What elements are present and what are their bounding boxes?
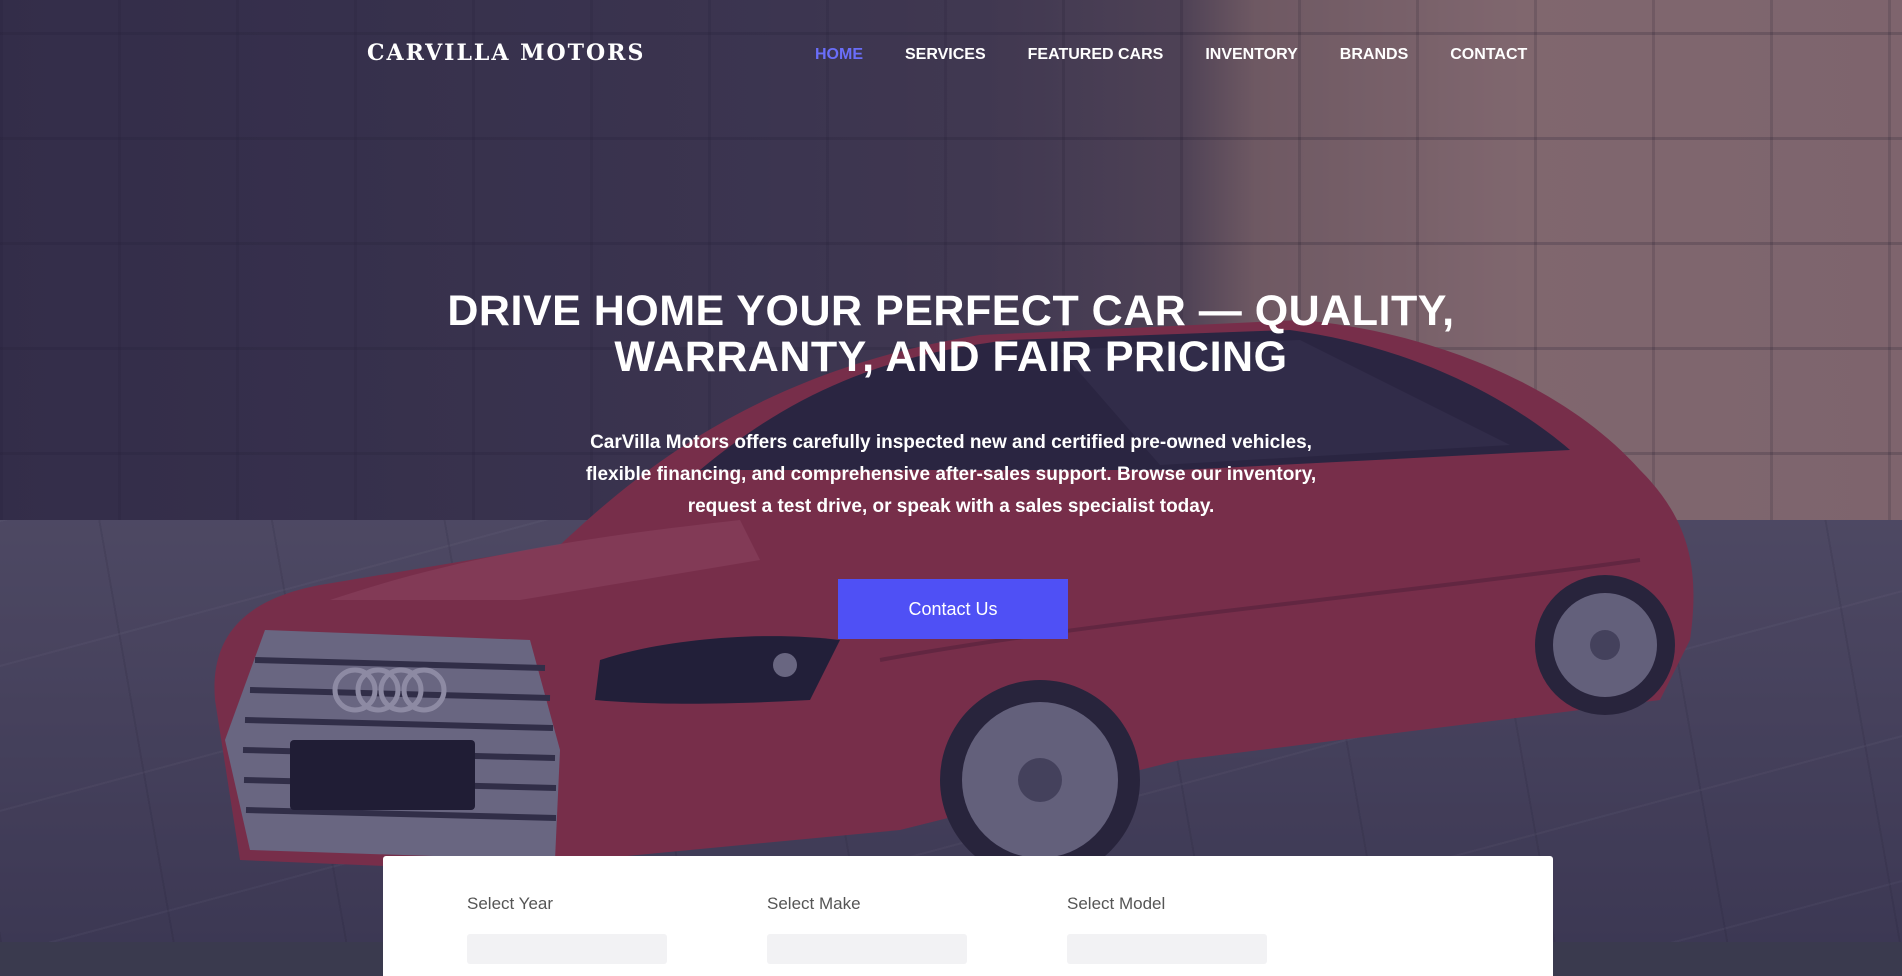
hero-headline: DRIVE HOME YOUR PERFECT CAR — QUALITY, W… (351, 288, 1551, 380)
year-select[interactable] (467, 934, 667, 964)
hero-headline-line-1: DRIVE HOME YOUR PERFECT CAR — QUALITY, (447, 287, 1455, 335)
year-select-label: Select Year (467, 894, 554, 913)
nav-item-inventory[interactable]: INVENTORY (1205, 46, 1297, 64)
contact-us-button[interactable]: Contact Us (838, 579, 1068, 639)
site-logo[interactable]: CARVILLA MOTORS (367, 40, 645, 66)
car-search-panel: Select Year Select Make Select Model (383, 856, 1553, 976)
hero-subtext-line-1: CarVilla Motors offers carefully inspect… (590, 432, 1312, 453)
nav-item-contact[interactable]: CONTACT (1450, 46, 1527, 64)
nav-item-services[interactable]: SERVICES (905, 46, 986, 64)
make-select-label: Select Make (767, 894, 861, 913)
hero-subtext: CarVilla Motors offers carefully inspect… (551, 427, 1351, 523)
make-select[interactable] (767, 934, 967, 964)
nav-item-home[interactable]: HOME (815, 46, 863, 64)
model-select[interactable] (1067, 934, 1267, 964)
main-nav: HOME SERVICES FEATURED CARS INVENTORY BR… (815, 46, 1569, 64)
hero-headline-line-2: WARRANTY, AND FAIR PRICING (614, 333, 1288, 381)
year-select-field[interactable]: Select Year (467, 894, 667, 964)
nav-item-featured-cars[interactable]: FEATURED CARS (1028, 46, 1164, 64)
nav-item-brands[interactable]: BRANDS (1340, 46, 1408, 64)
model-select-label: Select Model (1067, 894, 1166, 913)
hero-subtext-line-2: flexible financing, and comprehensive af… (585, 464, 1317, 485)
site-header: CARVILLA MOTORS HOME SERVICES FEATURED C… (0, 0, 1902, 110)
make-select-field[interactable]: Select Make (767, 894, 967, 964)
model-select-field[interactable]: Select Model (1067, 894, 1267, 964)
hero-subtext-line-3: request a test drive, or speak with a sa… (687, 496, 1215, 517)
